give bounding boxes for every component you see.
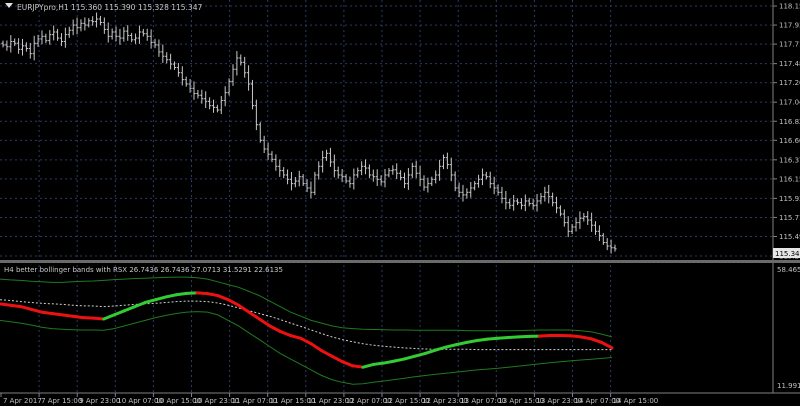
rsx-segment [71, 314, 85, 320]
rsx-segment [195, 291, 209, 296]
price-tick-label: 117.040 [779, 99, 800, 107]
time-tick-label: 14 Apr 15:00 [613, 397, 659, 405]
rsx-segment [185, 291, 199, 295]
indicator-min-label: 11.9914 [777, 382, 800, 390]
rsx-segment [486, 336, 500, 341]
rsx-segment [351, 364, 365, 369]
rsx-segment [579, 335, 593, 341]
price-tick-label: 118.150 [779, 3, 800, 11]
time-tick-label: 7 Apr 2017 [3, 397, 42, 405]
rsx-segment [569, 334, 583, 339]
time-tick-label: 7 Apr 15:00 [41, 397, 82, 405]
price-tick-label: 117.485 [779, 60, 800, 68]
current-price-label: 115.347 [775, 250, 800, 258]
price-tick-label: 115.710 [779, 214, 800, 222]
rsx-segment [371, 361, 386, 366]
price-tick-label: 117.930 [779, 22, 800, 30]
rsx-segment [91, 316, 106, 321]
price-tick-label: 116.820 [779, 118, 800, 126]
rsx-segment [205, 292, 220, 298]
rsx-segment [81, 316, 95, 320]
rsx-segment [382, 359, 396, 365]
price-tick-label: 115.490 [779, 233, 800, 241]
rsx-segment [475, 337, 490, 342]
rsx-segment [8, 303, 23, 309]
price-tick-label: 117.710 [779, 41, 800, 49]
rsx-segment [39, 310, 54, 315]
indicator-max-label: 58.4656 [777, 266, 800, 274]
main-chart-title: EURJPYpro,H1 115.360 115.390 115.328 115… [17, 3, 202, 12]
rsx-segment [537, 334, 552, 338]
rsx-segment [496, 335, 510, 340]
trading-chart[interactable]: 118.150 117.930 117.710 117.485 117.265 117.0… [0, 0, 800, 406]
indicator-title: H4 better bollinger bands with RSX 26.74… [4, 266, 283, 274]
rsx-segment [0, 302, 12, 307]
price-tick-label: 116.375 [779, 156, 800, 164]
rsx-segment [50, 311, 64, 317]
rsx-segment [465, 338, 479, 344]
rsx-segment [506, 335, 521, 339]
price-tick-label: 117.265 [779, 79, 800, 87]
price-tick-label: 116.600 [779, 137, 800, 145]
pane-separator[interactable] [0, 260, 800, 263]
rsx-segment [517, 334, 531, 339]
price-tick-label: 115.930 [779, 195, 800, 203]
price-tick-label: 116.155 [779, 175, 800, 183]
rsx-segment [60, 313, 75, 318]
rsx-segment [174, 291, 189, 297]
time-tick-label: 9 Apr 23:00 [79, 397, 120, 405]
